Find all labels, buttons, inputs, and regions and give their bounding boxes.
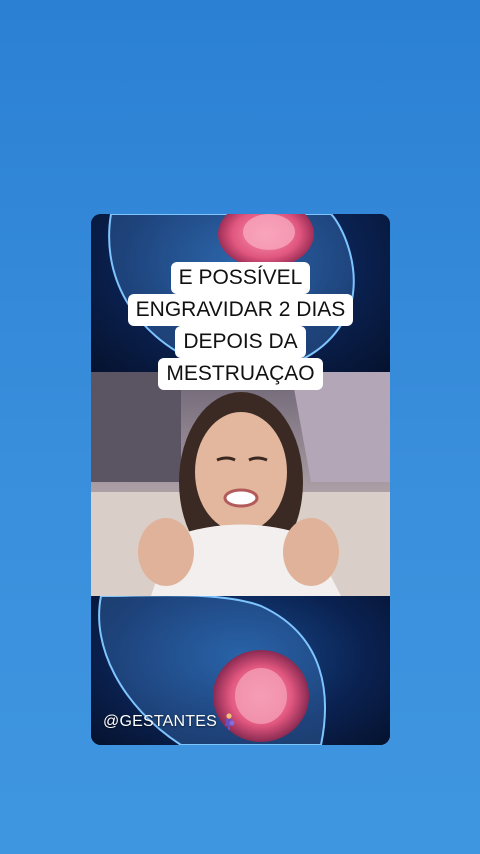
pregnant-emoji-icon [221, 713, 237, 731]
caption-line-4: MESTRUAÇAO [158, 358, 323, 390]
account-handle-tag[interactable]: @GESTANTES [103, 713, 237, 731]
caption-line-3: DEPOIS DA [175, 326, 306, 358]
caption-line-2: ENGRAVIDAR 2 DIAS [127, 294, 354, 326]
caption-overlay: E POSSÍVEL ENGRAVIDAR 2 DIAS DEPOIS DA M… [91, 262, 390, 390]
story-video-card[interactable]: E POSSÍVEL ENGRAVIDAR 2 DIAS DEPOIS DA M… [91, 214, 390, 745]
account-handle-text: @GESTANTES [103, 713, 217, 730]
caption-line-1: E POSSÍVEL [170, 262, 311, 294]
woman-speaking-video [91, 372, 390, 596]
